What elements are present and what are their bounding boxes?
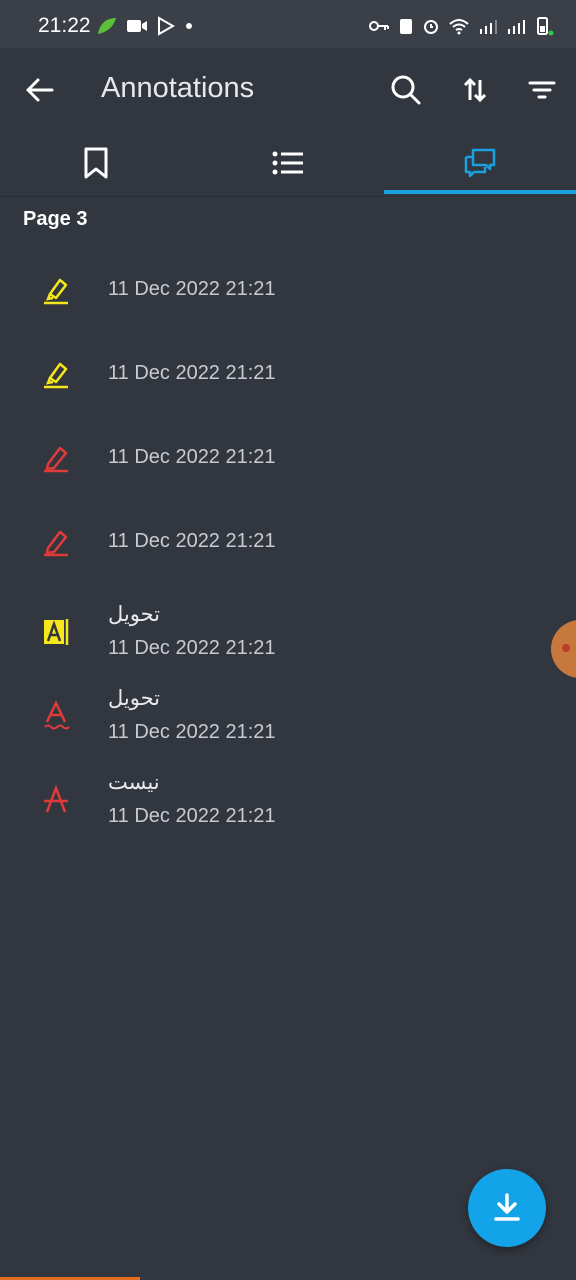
signal-icon-2 bbox=[508, 20, 525, 34]
filter-icon bbox=[528, 81, 556, 99]
annotation-item[interactable]: تحويل 11 Dec 2022 21:21 bbox=[0, 584, 576, 668]
back-button[interactable] bbox=[20, 70, 60, 110]
annotation-item[interactable]: تحويل 11 Dec 2022 21:21 bbox=[0, 668, 576, 752]
page-title: Annotations bbox=[101, 72, 255, 104]
arrow-left-icon bbox=[26, 78, 54, 102]
text-strikeout-icon bbox=[44, 784, 68, 813]
annotation-date: 11 Dec 2022 21:21 bbox=[108, 721, 276, 743]
annotation-item[interactable]: 11 Dec 2022 21:21 bbox=[0, 500, 576, 584]
annotation-list: 11 Dec 2022 21:21 11 Dec 2022 21:21 11 D… bbox=[0, 248, 576, 836]
list-icon bbox=[272, 151, 303, 175]
annotation-text: تحويل bbox=[108, 603, 160, 626]
search-icon bbox=[391, 75, 421, 105]
signal-icon bbox=[480, 20, 497, 34]
annotation-item[interactable]: 11 Dec 2022 21:21 bbox=[0, 416, 576, 500]
annotation-date: 11 Dec 2022 21:21 bbox=[108, 530, 276, 552]
text-squiggly-icon bbox=[44, 700, 70, 730]
tab-bookmarks[interactable] bbox=[0, 130, 192, 196]
search-button[interactable] bbox=[386, 70, 426, 110]
annotation-date: 11 Dec 2022 21:21 bbox=[108, 446, 276, 468]
alarm-icon bbox=[424, 20, 438, 34]
text-highlight-icon bbox=[44, 619, 69, 645]
pen-icon bbox=[44, 530, 68, 557]
tab-outline[interactable] bbox=[192, 130, 384, 196]
annotation-item[interactable]: نيست 11 Dec 2022 21:21 bbox=[0, 752, 576, 836]
tab-bar bbox=[0, 130, 576, 197]
annotation-text: تحويل bbox=[108, 687, 160, 710]
dot-icon bbox=[186, 23, 192, 29]
annotation-text: نيست bbox=[108, 771, 160, 794]
tab-annotations[interactable] bbox=[384, 130, 576, 196]
highlighter-icon bbox=[44, 362, 68, 389]
leaf-icon bbox=[98, 18, 116, 34]
annotation-item[interactable]: 11 Dec 2022 21:21 bbox=[0, 332, 576, 416]
pen-icon bbox=[44, 446, 68, 473]
play-store-icon bbox=[158, 16, 176, 36]
annotation-date: 11 Dec 2022 21:21 bbox=[108, 637, 276, 659]
comments-icon bbox=[464, 148, 496, 178]
bookmark-icon bbox=[84, 147, 108, 179]
app-bar: Annotations bbox=[0, 48, 576, 130]
status-notification-icons bbox=[96, 16, 194, 36]
status-bar: 21:22 bbox=[0, 0, 576, 48]
sort-icon bbox=[463, 77, 487, 103]
annotation-item[interactable]: 11 Dec 2022 21:21 bbox=[0, 248, 576, 332]
status-time: 21:22 bbox=[38, 14, 91, 37]
key-icon bbox=[369, 21, 389, 31]
annotation-date: 11 Dec 2022 21:21 bbox=[108, 362, 276, 384]
wifi-icon bbox=[449, 19, 469, 35]
battery-icon bbox=[537, 17, 554, 36]
edge-handle-dot bbox=[562, 644, 570, 652]
video-icon bbox=[127, 20, 147, 32]
highlighter-icon bbox=[44, 278, 68, 305]
download-icon bbox=[494, 1193, 520, 1221]
annotation-date: 11 Dec 2022 21:21 bbox=[108, 278, 276, 300]
download-button[interactable] bbox=[468, 1169, 546, 1247]
tab-selected-indicator bbox=[384, 190, 576, 194]
annotation-date: 11 Dec 2022 21:21 bbox=[108, 805, 276, 827]
sort-button[interactable] bbox=[455, 70, 495, 110]
filter-button[interactable] bbox=[522, 70, 562, 110]
status-system-icons bbox=[368, 16, 554, 36]
page-section-header: Page 3 bbox=[23, 208, 88, 230]
battery-saver-icon bbox=[400, 19, 412, 34]
